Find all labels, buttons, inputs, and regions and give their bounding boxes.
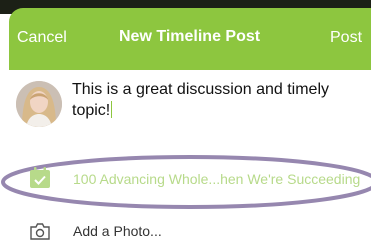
cancel-button[interactable]: Cancel — [17, 29, 67, 47]
calendar-check-icon — [30, 167, 50, 188]
timeline-selector[interactable]: 100 Advancing Whole...hen We're Succeedi… — [0, 155, 371, 215]
page-title: New Timeline Post — [119, 28, 261, 45]
text-cursor — [111, 101, 113, 118]
avatar — [16, 81, 62, 127]
add-photo-label: Add a Photo... — [73, 223, 162, 239]
add-photo-button[interactable]: Add a Photo... — [0, 218, 371, 240]
camera-icon — [30, 223, 50, 240]
post-text-input[interactable]: This is a great discussion and timely to… — [72, 79, 357, 121]
timeline-label: 100 Advancing Whole...hen We're Succeedi… — [73, 171, 361, 187]
post-button[interactable]: Post — [330, 29, 362, 47]
